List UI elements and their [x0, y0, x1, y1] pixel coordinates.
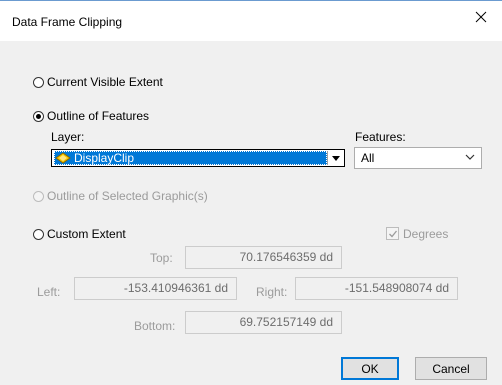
features-label: Features:	[355, 130, 406, 144]
layer-selected-value[interactable]: DisplayClip	[54, 151, 327, 165]
degrees-label: Degrees	[403, 227, 449, 241]
right-label: Right:	[256, 285, 288, 299]
title-bar: Data Frame Clipping	[0, 1, 502, 41]
radio-button-disabled[interactable]	[33, 190, 44, 202]
radio-current-visible-extent[interactable]: Current Visible Extent	[33, 74, 163, 90]
data-frame-clipping-dialog: Data Frame Clipping Current Visible Exte…	[0, 0, 502, 385]
features-value: All	[361, 151, 375, 165]
layer-dropdown-arrow[interactable]	[327, 151, 343, 165]
checkmark-icon	[389, 230, 398, 238]
radio-button[interactable]	[33, 228, 44, 240]
bottom-field[interactable]: 69.752157149 dd	[185, 311, 342, 334]
window-title: Data Frame Clipping	[12, 15, 123, 29]
ok-button[interactable]: OK	[341, 357, 399, 380]
left-field[interactable]: -153.410946361 dd	[74, 277, 237, 300]
chevron-down-icon	[465, 154, 475, 160]
radio-button[interactable]	[33, 76, 44, 88]
close-icon	[475, 11, 487, 23]
layer-value: DisplayClip	[74, 151, 135, 165]
top-field[interactable]: 70.176546359 dd	[185, 246, 342, 269]
radio-outline-of-selected-graphics[interactable]: Outline of Selected Graphic(s)	[33, 188, 208, 204]
close-button[interactable]	[460, 1, 502, 33]
radio-button-checked[interactable]	[33, 110, 44, 122]
layer-dropdown[interactable]: DisplayClip	[51, 149, 345, 167]
features-dropdown[interactable]: All	[354, 147, 482, 169]
radio-outline-of-features[interactable]: Outline of Features	[33, 108, 149, 124]
left-label: Left:	[37, 285, 61, 299]
degrees-checkbox[interactable]	[386, 227, 399, 240]
top-label: Top:	[150, 251, 173, 265]
radio-custom-extent[interactable]: Custom Extent	[33, 226, 126, 242]
radio-label: Outline of Features	[47, 109, 150, 123]
right-field[interactable]: -151.548908074 dd	[295, 277, 458, 300]
cancel-button[interactable]: Cancel	[415, 357, 487, 380]
radio-label: Current Visible Extent	[47, 75, 163, 89]
radio-label: Custom Extent	[47, 227, 126, 241]
triangle-down-icon	[331, 155, 340, 161]
polygon-layer-icon	[55, 151, 71, 165]
bottom-label: Bottom:	[134, 319, 176, 333]
layer-label: Layer:	[51, 130, 85, 144]
radio-label: Outline of Selected Graphic(s)	[47, 189, 208, 203]
